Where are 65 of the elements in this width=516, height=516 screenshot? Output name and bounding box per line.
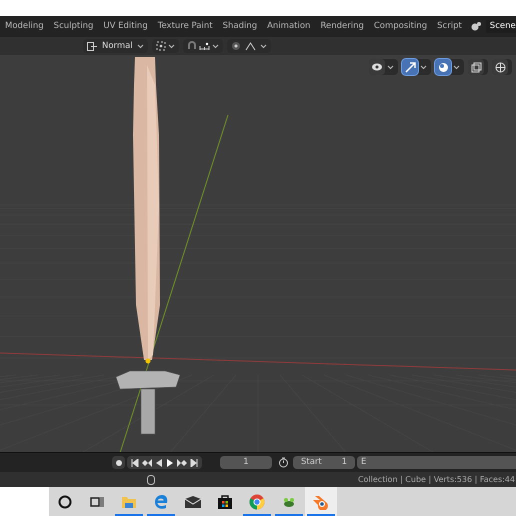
- gizmo-toggle[interactable]: [402, 59, 431, 75]
- workspace-tab[interactable]: Script: [432, 18, 467, 36]
- start-label: Start: [301, 456, 322, 469]
- workspace-tab[interactable]: Sculpting: [48, 18, 98, 36]
- chrome-logo-icon: [249, 494, 265, 510]
- task-view-icon: [90, 496, 104, 508]
- orientation-icon: [87, 42, 98, 50]
- snap-dropdown[interactable]: [182, 39, 223, 53]
- current-frame-field[interactable]: 1: [220, 456, 272, 469]
- blender-logo-icon: [312, 494, 330, 510]
- 3d-viewport[interactable]: [0, 55, 516, 452]
- running-indicator: [147, 514, 175, 516]
- record-icon: [116, 460, 122, 466]
- pivot-dropdown[interactable]: [152, 39, 179, 53]
- stopwatch-icon: [278, 457, 289, 468]
- plant-icon: [282, 496, 296, 508]
- mode-dropdown[interactable]: Normal: [83, 39, 148, 53]
- falloff-curve-icon: [244, 42, 256, 50]
- start-value: 1: [342, 456, 347, 469]
- jump-start-icon: [131, 458, 139, 466]
- workspace-tab[interactable]: UV Editing: [98, 18, 153, 36]
- chevron-icon: [136, 44, 144, 48]
- running-indicator: [275, 514, 303, 516]
- chevron-icon: [212, 44, 219, 48]
- workspace-tab[interactable]: Texture Paint: [152, 18, 218, 36]
- workspace-tab[interactable]: Rendering: [315, 18, 369, 36]
- pivot-icon: [156, 41, 166, 51]
- circle-icon: [58, 494, 72, 508]
- workspace-tab[interactable]: Animation: [262, 18, 316, 36]
- mouse-icon: [147, 474, 155, 484]
- next-keyframe-icon: [177, 458, 187, 466]
- status-text: Collection | Cube | Verts:536 | Faces:44: [358, 474, 516, 486]
- shopping-bag-icon: [217, 494, 233, 510]
- running-indicator: [115, 514, 143, 516]
- proportional-edit-icon: [230, 41, 241, 51]
- running-indicator: [307, 514, 335, 516]
- scene-icon: [470, 21, 482, 32]
- play-reverse-icon: [155, 458, 163, 466]
- jump-end-icon: [190, 458, 198, 466]
- e-logo-icon: [153, 494, 169, 510]
- workspace-tab[interactable]: Shading: [218, 18, 262, 36]
- end-frame-field[interactable]: E: [357, 456, 516, 469]
- workspace-tab[interactable]: Compositing: [368, 18, 432, 36]
- snap-increment-icon: [198, 42, 210, 50]
- record-button[interactable]: [112, 456, 125, 469]
- visibility-toggle[interactable]: [369, 59, 398, 75]
- prev-keyframe-icon: [142, 458, 152, 466]
- chevron-icon: [453, 64, 460, 70]
- eye-icon: [371, 62, 383, 72]
- scene-name[interactable]: Scene: [486, 20, 516, 33]
- shading-toggle[interactable]: [492, 59, 512, 75]
- chevron-icon: [168, 44, 175, 48]
- envelope-icon: [185, 496, 201, 508]
- proportional-edit-dropdown[interactable]: [226, 39, 271, 53]
- folder-icon: [121, 494, 137, 508]
- chevron-icon: [387, 64, 394, 70]
- workspace-tab[interactable]: Modeling: [0, 18, 49, 36]
- running-indicator: [243, 514, 271, 516]
- chevron-icon: [260, 44, 267, 48]
- chevron-icon: [420, 64, 427, 70]
- start-frame-field[interactable]: Start 1: [293, 456, 355, 469]
- overlay-toggle[interactable]: [435, 59, 464, 75]
- magnet-icon: [186, 41, 197, 51]
- xray-toggle[interactable]: [468, 59, 488, 75]
- play-icon: [166, 458, 174, 466]
